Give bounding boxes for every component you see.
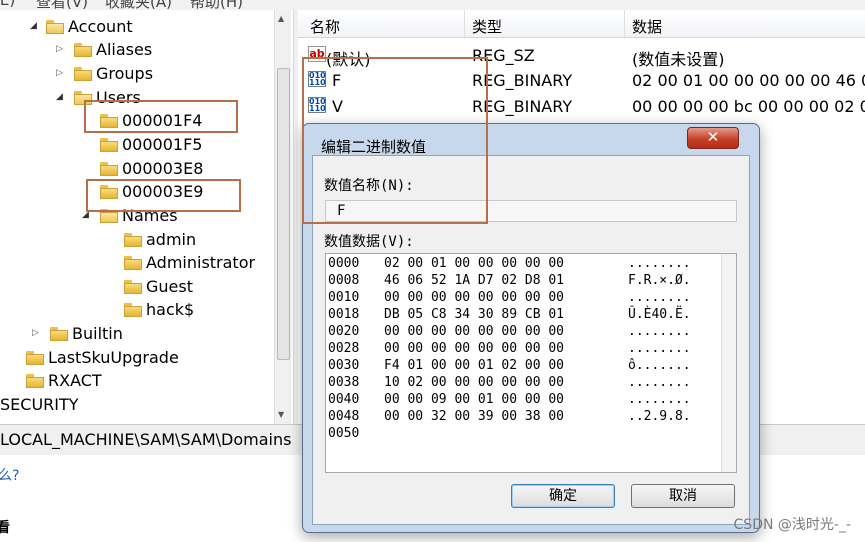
ok-button[interactable]: 确定 [511, 484, 615, 508]
folder-icon [124, 302, 142, 317]
tree-item-security[interactable]: SECURITY [0, 393, 79, 416]
tree-item-000003e8[interactable]: 000003E8 [100, 157, 203, 180]
folder-icon [100, 137, 118, 152]
cancel-button[interactable]: 取消 [631, 484, 735, 508]
tree-item-000001f5[interactable]: 000001F5 [100, 133, 202, 156]
registry-tree: ◢ Account ▷ Aliases ▷ Groups ◢ Users 000… [0, 10, 290, 424]
menu-bar: (E) 查看(V) 收藏夹(A) 帮助(H) [0, 0, 865, 10]
value-data: 02 00 01 00 00 00 00 00 46 06 [632, 71, 865, 90]
hex-editor[interactable]: 0000 02 00 01 00 00 00 00 00........ 0008… [325, 253, 737, 473]
folder-icon [74, 42, 92, 57]
value-data: (数值未设置) [632, 50, 725, 69]
tree-item-administrator[interactable]: Administrator [124, 251, 255, 274]
tree-label: admin [146, 230, 197, 249]
column-name-header[interactable]: 名称 [310, 16, 340, 37]
help-link[interactable]: 么? [0, 465, 19, 485]
folder-icon [100, 161, 118, 176]
column-divider[interactable] [464, 10, 465, 37]
collapse-icon[interactable]: ◢ [30, 21, 37, 31]
scroll-down-icon[interactable]: ▼ [278, 410, 284, 419]
tree-label: Groups [96, 64, 154, 83]
menu-view[interactable]: 查看(V) [36, 0, 88, 10]
scroll-up-icon[interactable]: ▲ [278, 14, 284, 23]
value-data-label: 数值数据(V): [324, 234, 414, 250]
tree-label: 000001F5 [122, 135, 203, 154]
annotation-box-value-name [302, 57, 488, 224]
folder-icon [74, 66, 92, 81]
tree-scrollbar[interactable]: ▲ ▼ [274, 10, 291, 424]
tree-label: Account [68, 17, 133, 36]
scroll-thumb[interactable] [277, 68, 290, 360]
tree-label: hack$ [146, 300, 195, 319]
menu-favorites[interactable]: 收藏夹(A) [105, 0, 172, 10]
close-icon[interactable]: ✕ [687, 127, 739, 149]
column-type-header[interactable]: 类型 [472, 16, 502, 37]
tree-item-aliases[interactable]: ▷ Aliases [56, 38, 152, 61]
annotation-box-000001f4 [84, 100, 238, 133]
expand-icon[interactable]: ▷ [56, 68, 63, 78]
expand-icon[interactable]: ▷ [32, 328, 39, 338]
list-header: 名称 类型 数据 [298, 10, 865, 38]
folder-icon [26, 373, 44, 388]
annotation-box-000003e9 [86, 179, 241, 212]
tree-item-account[interactable]: ◢ Account [30, 15, 133, 38]
tree-label: Guest [146, 277, 193, 296]
tree-item-builtin[interactable]: ▷ Builtin [32, 322, 123, 345]
tree-item-admin[interactable]: admin [124, 228, 196, 251]
tree-label: Administrator [146, 253, 256, 272]
tree-item-groups[interactable]: ▷ Groups [56, 62, 153, 85]
menu-edit[interactable]: (E) [0, 0, 15, 9]
tree-item-guest[interactable]: Guest [124, 275, 193, 298]
tree-item-rxact[interactable]: RXACT [26, 369, 102, 392]
tree-label: 000003E8 [122, 159, 204, 178]
tree-label: SECURITY [0, 395, 79, 414]
menu-help[interactable]: 帮助(H) [190, 0, 243, 10]
collapse-icon[interactable]: ◢ [56, 92, 63, 102]
tree-item-lastskuupgrade[interactable]: LastSkuUpgrade [26, 346, 179, 369]
expand-icon[interactable]: ▷ [56, 44, 63, 54]
tree-label: LastSkuUpgrade [48, 348, 179, 367]
hex-scrollbar[interactable] [721, 254, 736, 472]
column-divider[interactable] [624, 10, 625, 37]
watermark: CSDN @浅时光-_- [733, 517, 851, 533]
folder-icon [124, 232, 142, 247]
folder-icon [124, 279, 142, 294]
bottom-text: 看 [0, 520, 10, 536]
tree-label: Builtin [72, 324, 123, 343]
folder-icon [124, 255, 142, 270]
column-data-header[interactable]: 数据 [632, 16, 662, 37]
tree-label: Aliases [96, 40, 153, 59]
tree-item-hack[interactable]: hack$ [124, 298, 194, 321]
registry-path: LOCAL_MACHINE\SAM\SAM\Domains [0, 430, 292, 449]
value-data: 00 00 00 00 bc 00 00 00 02 00 [632, 97, 865, 116]
tree-label: RXACT [48, 371, 102, 390]
folder-icon [50, 326, 68, 341]
folder-icon [26, 350, 44, 365]
folder-open-icon [46, 19, 64, 34]
